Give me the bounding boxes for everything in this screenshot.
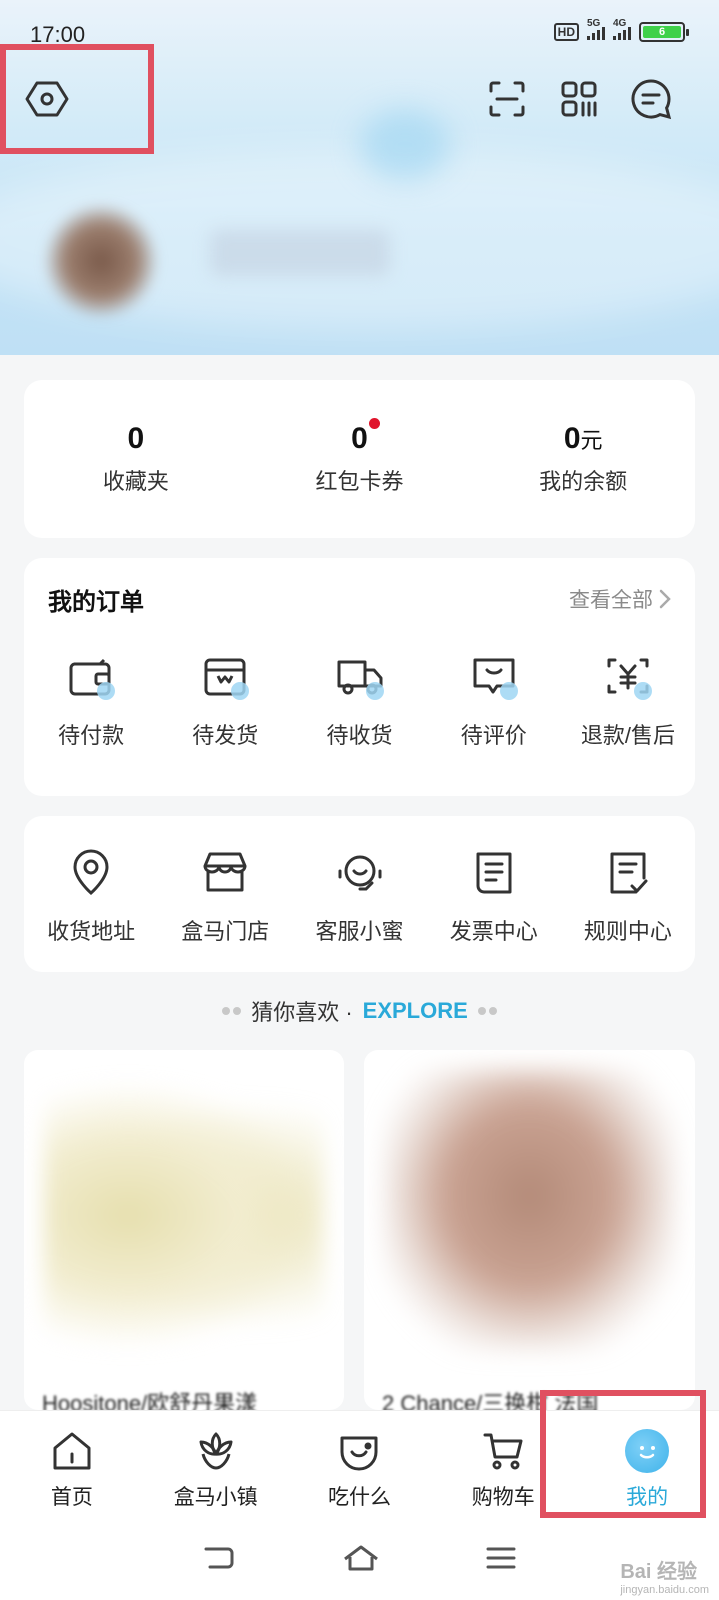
service-address[interactable]: 收货地址 [24, 846, 158, 946]
location-icon [61, 846, 121, 900]
chevron-right-icon [659, 589, 671, 609]
message-icon[interactable] [628, 76, 674, 122]
signal-5g-icon: 5G [587, 18, 605, 40]
refund-icon [598, 650, 658, 704]
order-pending-receipt[interactable]: 待收货 [292, 650, 426, 750]
product-title: Hoositone/欧舒丹果漾 [42, 1391, 258, 1410]
tab-what-to-eat[interactable]: 吃什么 [288, 1411, 432, 1520]
back-icon[interactable] [202, 1543, 238, 1578]
battery-icon: 6 [639, 22, 689, 42]
explore-divider: 猜你喜欢 · EXPLORE [0, 995, 719, 1027]
flower-icon [194, 1429, 238, 1473]
cart-icon [481, 1429, 525, 1473]
product-image [44, 1080, 324, 1350]
service-store[interactable]: 盒马门店 [158, 846, 292, 946]
stat-balance[interactable]: 0元 我的余额 [471, 380, 695, 538]
signal-4g-icon: 4G [613, 18, 631, 40]
headset-icon [330, 846, 390, 900]
scan-icon[interactable] [484, 76, 530, 122]
username[interactable] [210, 230, 390, 276]
system-navigation-bar [0, 1520, 719, 1600]
tab-home[interactable]: 首页 [0, 1411, 144, 1520]
truck-icon [330, 650, 390, 704]
store-icon [195, 846, 255, 900]
view-all-orders-link[interactable]: 查看全部 [569, 584, 671, 614]
order-refund[interactable]: 退款/售后 [561, 650, 695, 750]
wallet-icon [61, 650, 121, 704]
dots-decoration [477, 1007, 497, 1015]
service-customer-care[interactable]: 客服小蜜 [292, 846, 426, 946]
qr-code-icon[interactable] [556, 76, 602, 122]
avatar[interactable] [46, 206, 156, 316]
service-rules[interactable]: 规则中心 [561, 846, 695, 946]
order-pending-shipment[interactable]: 待发货 [158, 650, 292, 750]
orders-card: 我的订单 查看全部 待付款 待发货 待收货 待评价 退款/售后 [24, 558, 695, 796]
product-card[interactable]: 2 Chance/三换柑 法国 [364, 1050, 695, 1410]
watermark: Bai 经验 jingyan.baidu.com [620, 1561, 709, 1596]
services-card: 收货地址 盒马门店 客服小蜜 发票中心 规则中心 [24, 816, 695, 972]
rules-icon [598, 846, 658, 900]
stat-favorites[interactable]: 0 收藏夹 [24, 380, 248, 538]
order-pending-review[interactable]: 待评价 [427, 650, 561, 750]
food-icon [337, 1429, 381, 1473]
invoice-icon [464, 846, 524, 900]
review-icon [464, 650, 524, 704]
order-pending-payment[interactable]: 待付款 [24, 650, 158, 750]
settings-highlight-box [0, 44, 154, 154]
menu-icon[interactable] [485, 1545, 517, 1576]
service-invoice[interactable]: 发票中心 [427, 846, 561, 946]
home-nav-icon[interactable] [342, 1543, 380, 1578]
tab-town[interactable]: 盒马小镇 [144, 1411, 288, 1520]
product-card[interactable]: Hoositone/欧舒丹果漾 [24, 1050, 344, 1410]
notification-dot [368, 418, 380, 429]
home-icon [50, 1429, 94, 1473]
product-image [384, 1070, 675, 1350]
stats-card: 0 收藏夹 0 红包卡券 0元 我的余额 [24, 380, 695, 538]
stat-coupons[interactable]: 0 红包卡券 [248, 380, 472, 538]
box-icon [195, 650, 255, 704]
me-tab-highlight-box [540, 1390, 706, 1518]
hd-indicator: HD [553, 23, 579, 41]
dots-decoration [222, 1007, 242, 1015]
orders-title: 我的订单 [48, 589, 144, 616]
